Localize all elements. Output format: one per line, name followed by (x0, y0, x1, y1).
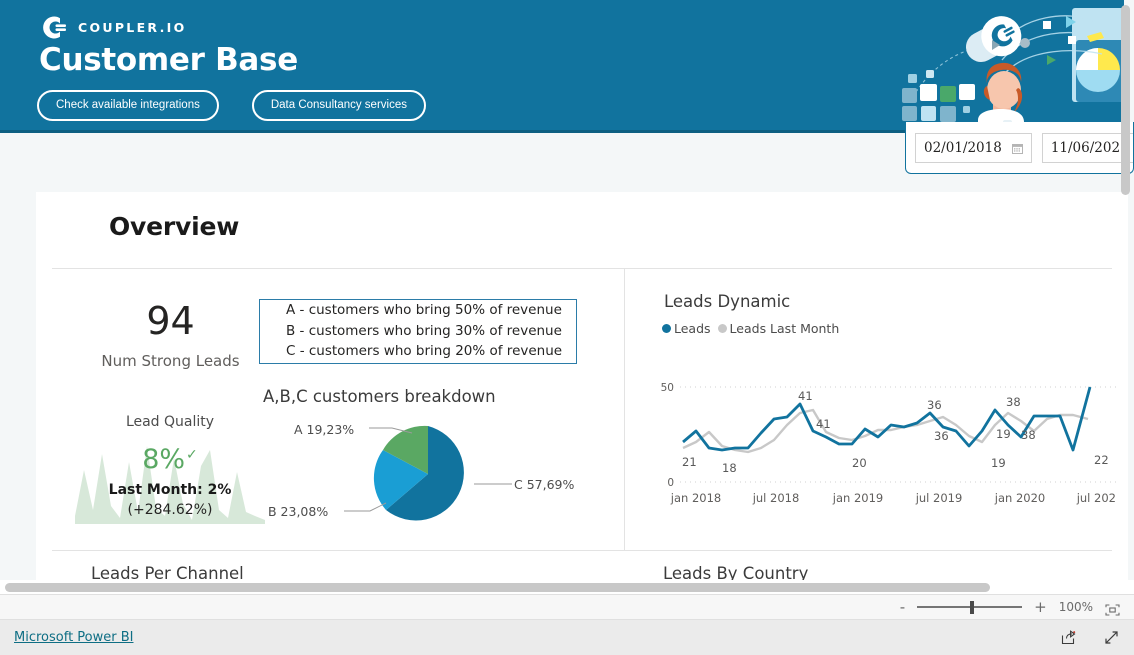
pie-label-b: B 23,08% (268, 504, 329, 519)
check-integrations-button[interactable]: Check available integrations (37, 90, 219, 121)
abc-line-c: C - customers who bring 20% of revenue (286, 343, 563, 360)
trend-up-icon: ✓ (186, 447, 198, 463)
legend-label-leads: Leads (674, 321, 711, 336)
num-strong-leads-value: 94 (146, 299, 195, 343)
horizontal-scrollbar[interactable] (5, 583, 990, 592)
page-title: Overview (109, 212, 240, 241)
lead-quality-number: 8% (142, 444, 186, 475)
abc-line-b: B - customers who bring 30% of revenue (286, 322, 562, 339)
svg-text:22: 22 (1094, 453, 1109, 467)
svg-text:19: 19 (991, 456, 1006, 470)
abc-definition-box: A - customers who bring 50% of revenue B… (259, 299, 577, 364)
report-footer: Microsoft Power BI (0, 620, 1134, 655)
abc-pie-chart[interactable]: A 19,23% B 23,08% C 57,69% (226, 412, 626, 537)
pie-label-c: C 57,69% (514, 477, 575, 492)
svg-text:20: 20 (852, 456, 867, 470)
date-range-filter[interactable]: 02/01/2018 11/06/202 (905, 122, 1134, 174)
svg-text:jul 2020: jul 2020 (1076, 491, 1116, 505)
legend-dot-leads (662, 324, 671, 333)
svg-text:18: 18 (722, 461, 737, 475)
zoom-slider[interactable] (917, 600, 1023, 614)
legend-item-leads[interactable]: Leads (662, 321, 711, 336)
report-canvas: Overview 94 Num Strong Leads Lead Qualit… (36, 192, 1128, 583)
legend-label-leads-last-month: Leads Last Month (729, 321, 840, 336)
svg-text:jul 2018: jul 2018 (752, 491, 800, 505)
svg-text:19: 19 (996, 427, 1011, 441)
svg-text:41: 41 (816, 417, 831, 431)
pie-chart-title: A,B,C customers breakdown (263, 387, 496, 406)
leads-dynamic-legend[interactable]: Leads Leads Last Month (662, 321, 839, 336)
power-bi-report-viewer: COUPLER.IO Customer Base Check available… (0, 0, 1134, 655)
coupler-logo[interactable]: COUPLER.IO (40, 14, 187, 41)
fullscreen-icon[interactable] (1103, 629, 1120, 646)
svg-text:21: 21 (682, 455, 697, 469)
zoom-in-button[interactable]: + (1034, 599, 1047, 615)
svg-text:36: 36 (927, 398, 942, 412)
end-date-value: 11/06/202 (1050, 139, 1121, 156)
svg-text:38: 38 (1021, 428, 1036, 442)
svg-text:0: 0 (667, 477, 674, 489)
start-date-value: 02/01/2018 (924, 139, 1002, 156)
zoom-slider-thumb[interactable] (970, 601, 974, 614)
hero-illustration (880, 0, 1124, 130)
coupler-logo-icon (40, 14, 67, 41)
leads-dynamic-title: Leads Dynamic (664, 292, 791, 311)
share-icon[interactable] (1060, 629, 1077, 646)
svg-text:50: 50 (661, 382, 674, 394)
zoom-level-label: 100% (1058, 600, 1093, 614)
report-viewport[interactable]: COUPLER.IO Customer Base Check available… (0, 0, 1134, 583)
zoom-out-button[interactable]: - (900, 599, 905, 615)
svg-text:jan 2020: jan 2020 (994, 491, 1045, 505)
num-strong-leads-label: Num Strong Leads (101, 352, 240, 370)
page-hero-title: Customer Base (39, 42, 298, 78)
microsoft-power-bi-link[interactable]: Microsoft Power BI (14, 630, 133, 645)
calendar-icon[interactable] (1011, 142, 1023, 154)
report-hero-header: COUPLER.IO Customer Base Check available… (0, 0, 1124, 133)
data-consultancy-button[interactable]: Data Consultancy services (251, 90, 426, 121)
zoom-toolbar: - + 100% (0, 594, 1134, 620)
divider-bottom (52, 550, 1112, 551)
svg-text:jul 2019: jul 2019 (915, 491, 963, 505)
svg-text:jan 2018: jan 2018 (670, 491, 721, 505)
svg-text:38: 38 (1006, 395, 1021, 409)
legend-item-leads-last-month[interactable]: Leads Last Month (717, 321, 840, 336)
abc-line-a: A - customers who bring 50% of revenue (286, 302, 562, 319)
leads-dynamic-panel: Leads Dynamic Leads Leads Last Month 50 … (624, 192, 1128, 550)
svg-text:41: 41 (798, 389, 813, 403)
hero-button-group: Check available integrations Data Consul… (37, 90, 426, 121)
svg-text:jan 2019: jan 2019 (832, 491, 883, 505)
vertical-scrollbar[interactable] (1121, 5, 1130, 195)
pie-label-a: A 19,23% (294, 422, 355, 437)
legend-dot-leads-last-month (717, 324, 727, 333)
svg-text:36: 36 (934, 429, 949, 443)
start-date-field[interactable]: 02/01/2018 (915, 132, 1032, 163)
coupler-logo-text: COUPLER.IO (78, 20, 187, 35)
fit-to-page-icon[interactable] (1105, 601, 1120, 616)
footer-actions (1060, 629, 1120, 646)
leads-dynamic-chart[interactable]: 50 0 21 18 41 41 20 36 36 19 19 38 38 22… (638, 382, 1124, 507)
